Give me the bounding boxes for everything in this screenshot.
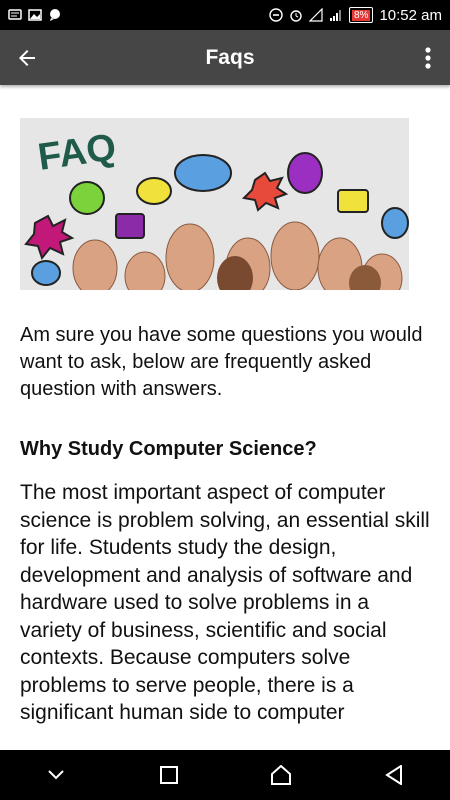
- page-title: Faqs: [205, 45, 255, 69]
- status-time: 10:52 am: [379, 6, 442, 24]
- notification-icons: [8, 8, 62, 22]
- do-not-disturb-icon: [269, 8, 283, 22]
- battery-indicator: 8%: [349, 7, 374, 23]
- system-icons: 8% 10:52 am: [269, 7, 442, 24]
- message-icon: [8, 9, 22, 20]
- chevron-down-icon: [48, 770, 64, 780]
- status-bar: 8% 10:52 am: [0, 0, 450, 30]
- faq-illustration: FAQ: [20, 118, 409, 290]
- image-icon: [28, 9, 42, 21]
- chat-icon: [50, 9, 60, 21]
- home-icon: [271, 765, 292, 785]
- back-button[interactable]: [0, 30, 54, 85]
- more-vert-icon: [425, 46, 431, 69]
- overflow-menu-button[interactable]: [406, 30, 450, 85]
- alarm-icon: [290, 10, 302, 22]
- home-button[interactable]: [261, 755, 301, 795]
- faq-answer: The most important aspect of computer sc…: [20, 481, 430, 724]
- battery-percent: 8%: [352, 9, 371, 21]
- signal-icon: [330, 10, 341, 21]
- recents-button[interactable]: [149, 755, 189, 795]
- faq-banner-image: FAQ: [20, 118, 409, 290]
- navigation-bar: [0, 750, 450, 800]
- arrow-back-icon: [19, 49, 35, 66]
- signal-empty-icon: [309, 8, 323, 22]
- triangle-back-icon: [384, 765, 402, 785]
- nav-down-button[interactable]: [36, 755, 76, 795]
- faq-intro-text: Am sure you have some questions you woul…: [20, 324, 423, 400]
- faq-question: Why Study Computer Science?: [20, 438, 317, 460]
- faq-content[interactable]: FAQ Am sure you have some questions you …: [0, 85, 450, 750]
- app-bar: Faqs: [0, 30, 450, 85]
- back-nav-button[interactable]: [374, 755, 414, 795]
- square-icon: [159, 766, 178, 784]
